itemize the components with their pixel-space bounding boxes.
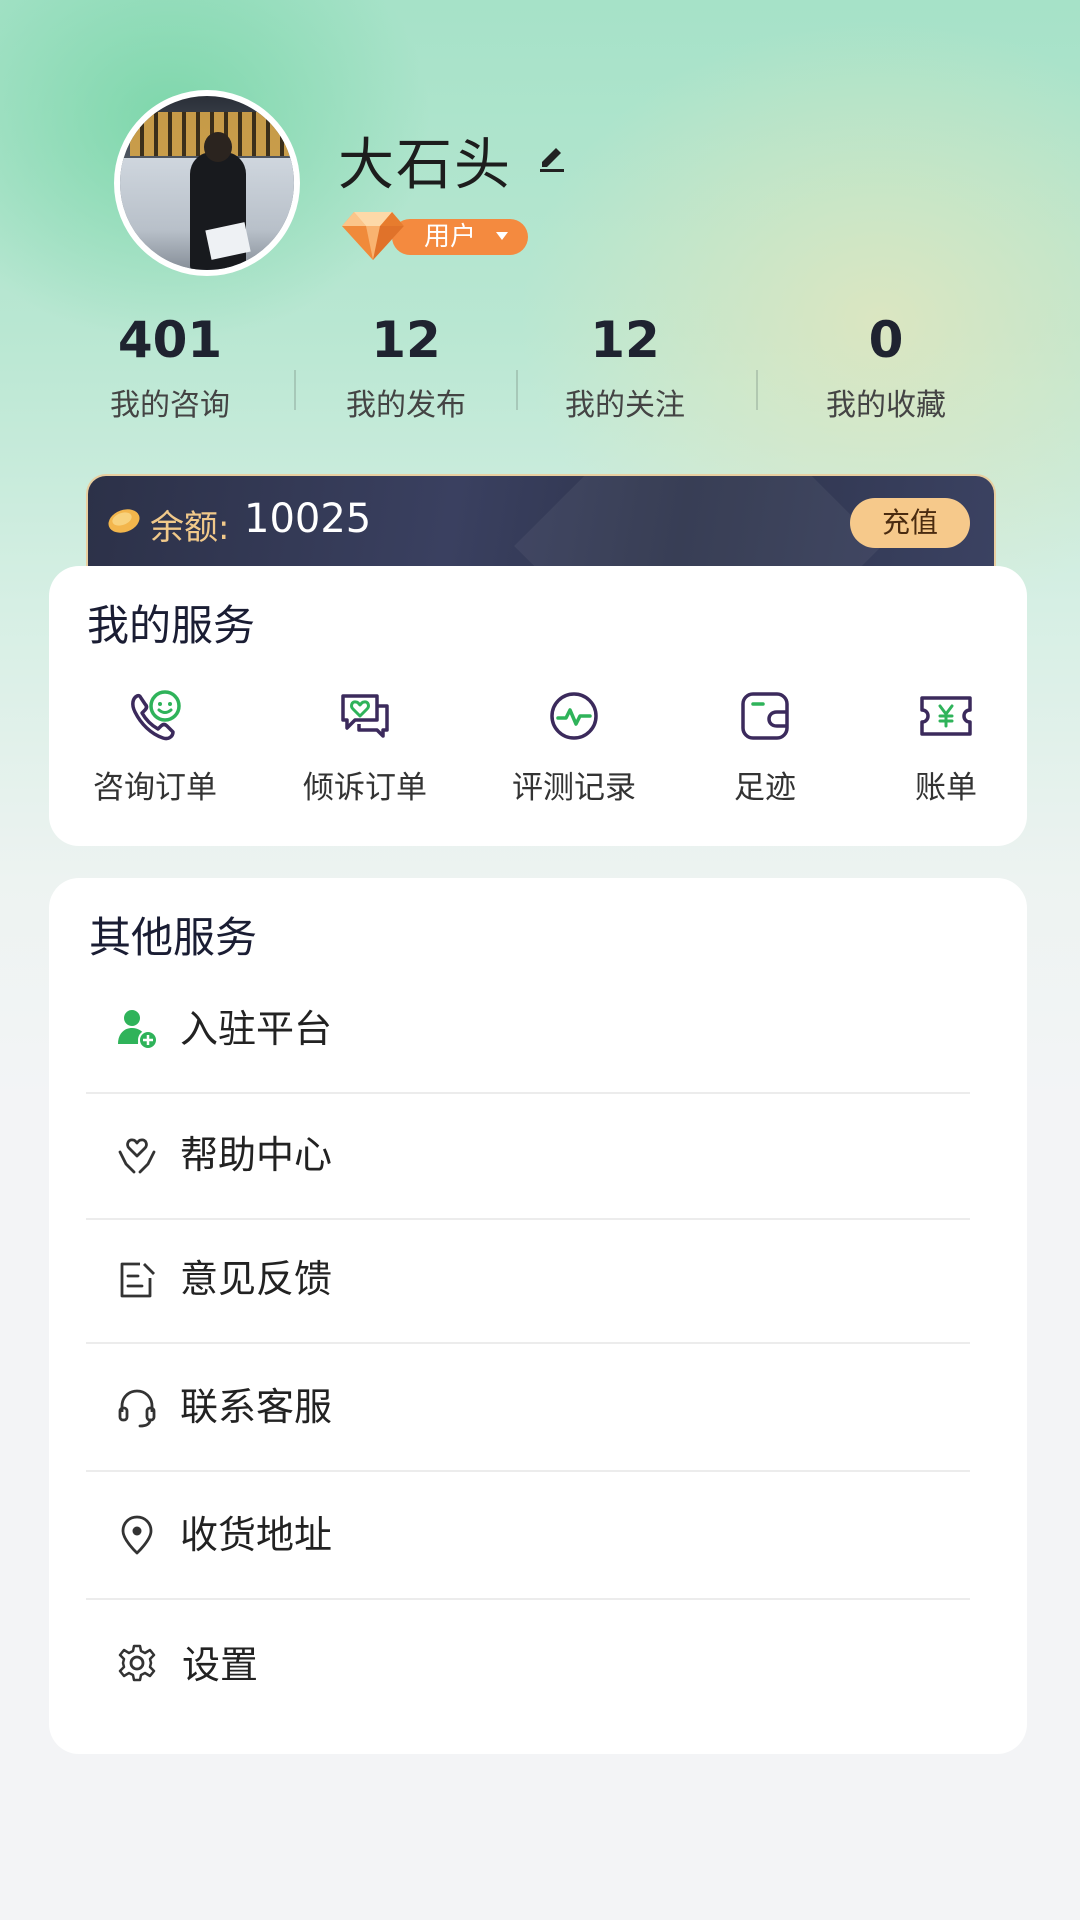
pulse-icon	[550, 692, 598, 740]
menu-item-label: 入驻平台	[180, 1007, 333, 1051]
service-talk-orders[interactable]: 倾诉订单	[285, 688, 445, 808]
menu-item-label: 收货地址	[180, 1513, 333, 1557]
stat-value: 0	[868, 311, 904, 369]
stat-label: 我的发布	[346, 388, 466, 423]
stat-label: 我的收藏	[826, 388, 946, 423]
stat-label: 我的咨询	[110, 388, 230, 423]
hand-heart-icon	[118, 1138, 156, 1174]
menu-item-join-platform[interactable]: 入驻平台	[86, 964, 970, 1094]
ticket-yen-icon	[920, 696, 972, 736]
role-badge-label: 用户	[424, 222, 477, 252]
location-pin-icon	[121, 1515, 153, 1555]
service-label: 评测记录	[512, 770, 636, 806]
service-bills[interactable]: 账单	[866, 688, 1026, 808]
stat-following[interactable]: 12 我的关注	[525, 308, 725, 426]
stat-consultations[interactable]: 401 我的咨询	[70, 308, 270, 426]
menu-item-label: 意见反馈	[180, 1257, 333, 1301]
nickname: 大石头	[338, 133, 512, 198]
balance-label: 余额:	[150, 508, 230, 548]
menu-item-label: 帮助中心	[180, 1133, 333, 1177]
menu-item-contact-support[interactable]: 联系客服	[86, 1342, 970, 1472]
service-label: 账单	[915, 770, 977, 806]
service-footprints[interactable]: 足迹	[685, 688, 845, 808]
edit-icon[interactable]	[536, 138, 570, 172]
stat-favorites[interactable]: 0 我的收藏	[786, 308, 986, 426]
stat-divider	[516, 370, 518, 410]
other-services-title: 其他服务	[89, 913, 258, 962]
phone-smile-icon	[131, 690, 181, 741]
my-services-title: 我的服务	[87, 601, 256, 650]
user-add-icon	[118, 1010, 158, 1050]
stat-value: 12	[371, 311, 441, 369]
chat-heart-icon	[341, 694, 389, 738]
diamond-icon	[342, 212, 404, 260]
stat-posts[interactable]: 12 我的发布	[306, 308, 506, 426]
service-assessment-records[interactable]: 评测记录	[494, 688, 654, 808]
service-label: 倾诉订单	[303, 770, 427, 806]
wallet-icon	[741, 692, 789, 740]
menu-item-settings[interactable]: 设置	[86, 1612, 970, 1732]
stat-divider	[756, 370, 758, 410]
service-label: 足迹	[734, 770, 796, 806]
menu-item-feedback[interactable]: 意见反馈	[86, 1214, 970, 1344]
balance-value: 10025	[244, 496, 372, 542]
gear-icon	[118, 1644, 156, 1682]
feedback-icon	[120, 1262, 155, 1298]
stat-divider	[294, 370, 296, 410]
recharge-button[interactable]: 充值	[850, 498, 970, 548]
coin-icon	[108, 509, 140, 533]
stat-value: 401	[117, 311, 223, 369]
avatar[interactable]	[114, 90, 300, 276]
menu-item-help-center[interactable]: 帮助中心	[86, 1090, 970, 1220]
service-consult-orders[interactable]: 咨询订单	[75, 688, 235, 808]
stat-value: 12	[590, 311, 660, 369]
menu-item-shipping-address[interactable]: 收货地址	[86, 1470, 970, 1600]
row-divider	[86, 1598, 970, 1600]
headset-icon	[118, 1389, 156, 1428]
menu-item-label: 设置	[182, 1643, 259, 1687]
avatar-photo-head	[204, 132, 232, 162]
stat-label: 我的关注	[565, 388, 685, 423]
service-label: 咨询订单	[93, 770, 217, 806]
caret-down-icon	[496, 232, 508, 240]
menu-item-label: 联系客服	[180, 1385, 333, 1429]
